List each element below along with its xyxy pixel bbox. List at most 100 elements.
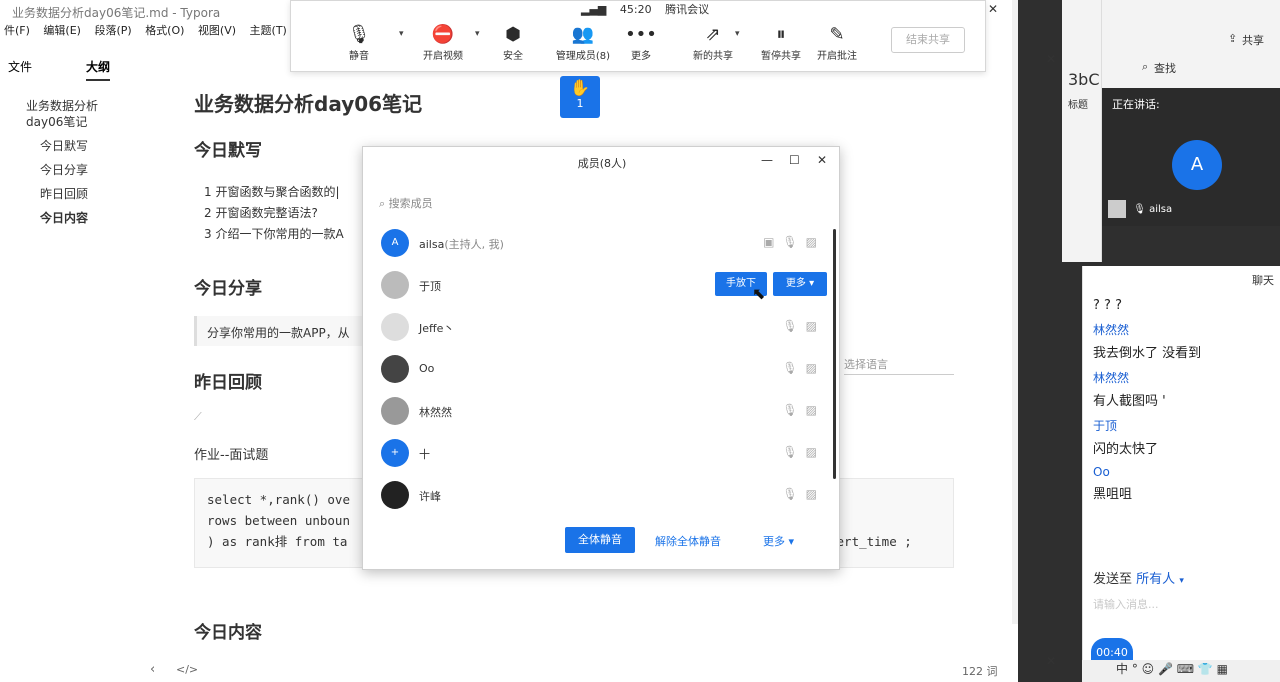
chevron-down-icon[interactable]: ▾ bbox=[399, 29, 404, 39]
chevron-down-icon[interactable]: ▾ bbox=[735, 29, 740, 39]
menu-edit[interactable]: 编辑(E) bbox=[43, 22, 81, 38]
close-icon[interactable]: ✕ bbox=[817, 153, 827, 167]
chat-message: 林然然 有人截图吗 ' bbox=[1093, 369, 1277, 409]
ime-toolbar: 中 ° ☺ 🎤 ⌨ 👕 ▦ bbox=[1082, 660, 1280, 682]
member-row[interactable]: + 十 🎙 ▨ bbox=[381, 439, 831, 481]
outline-item-review[interactable]: 昨日回顾 bbox=[40, 186, 156, 202]
message-sender: 林然然 bbox=[1093, 371, 1130, 385]
speaker-name-row: 🎙 ailsa bbox=[1108, 200, 1172, 218]
search-input[interactable]: 搜索成员 bbox=[389, 197, 433, 210]
mute-all-button[interactable]: 全体静音 bbox=[565, 527, 635, 553]
raised-hand-badge[interactable]: ✋ 1 bbox=[560, 76, 600, 118]
homework-paragraph: 作业--面试题 bbox=[194, 448, 269, 463]
avatar bbox=[381, 397, 409, 425]
send-to-select[interactable]: 所有人 bbox=[1136, 572, 1175, 587]
meeting-status: ▂▄▆ 45:20 腾讯会议 bbox=[581, 1, 709, 17]
member-name: 十 bbox=[419, 448, 430, 461]
outline-item-content[interactable]: 今日内容 bbox=[40, 210, 156, 226]
message-sender: 于顶 bbox=[1093, 419, 1118, 433]
close-icon[interactable]: ✕ bbox=[1046, 52, 1056, 66]
video-off-icon: ▨ bbox=[805, 445, 817, 459]
video-off-icon: ▨ bbox=[805, 235, 817, 249]
avatar: A bbox=[381, 229, 409, 257]
menu-format[interactable]: 格式(O) bbox=[145, 22, 184, 38]
hand-count: 1 bbox=[576, 97, 584, 110]
heading-dictation: 今日默写 bbox=[194, 141, 262, 161]
share-quote: 分享你常用的一款APP，从 bbox=[194, 316, 364, 346]
security-button[interactable]: ⬢ 安全 bbox=[477, 23, 549, 62]
mute-button[interactable]: 🎙 静音 bbox=[323, 23, 395, 62]
member-status-icons: 🎙 ▨ bbox=[774, 445, 817, 459]
word-count[interactable]: 122 词 bbox=[962, 663, 998, 679]
mic-off-icon: 🎙 bbox=[782, 445, 798, 459]
word-ribbon: ⇪ 共享 ⌕ 查找 bbox=[1102, 0, 1280, 88]
list-item: 3 介绍一下你常用的一款A bbox=[204, 227, 344, 241]
dictation-list: 1 开窗函数与聚合函数的| 2 开窗函数完整语法? 3 介绍一下你常用的一款A bbox=[204, 182, 344, 245]
avatar bbox=[381, 271, 409, 299]
list-item: 2 开窗函数完整语法? bbox=[204, 206, 318, 220]
member-search[interactable]: ⌕ 搜索成员 bbox=[379, 195, 433, 211]
message-text: 黑咀咀 bbox=[1093, 487, 1133, 502]
member-more-button[interactable]: 更多 ▾ bbox=[773, 272, 827, 296]
close-icon[interactable]: ✕ bbox=[988, 2, 998, 16]
word-share-button[interactable]: 共享 bbox=[1242, 32, 1264, 48]
minimize-icon[interactable]: — bbox=[761, 153, 773, 167]
speaker-label: 正在讲话: bbox=[1112, 98, 1160, 111]
annotation-button[interactable]: ✎ 开启批注 bbox=[801, 23, 873, 62]
mic-off-icon: 🎙 bbox=[782, 487, 798, 501]
send-to-label: 发送至 bbox=[1093, 572, 1133, 587]
send-to-row: 发送至 所有人 ▾ bbox=[1093, 568, 1184, 587]
chat-message: Oo 黑咀咀 bbox=[1093, 465, 1277, 502]
annotate-icon: ✎ bbox=[829, 24, 845, 45]
outline-item-share[interactable]: 今日分享 bbox=[40, 162, 156, 178]
members-dialog: 成员(8人) — ☐ ✕ ⌕ 搜索成员 A ailsa(主持人, 我) ▣ 🎙 ▨ … bbox=[362, 146, 840, 570]
chat-input[interactable]: 请输入消息... bbox=[1093, 596, 1159, 612]
members-footer: 全体静音 解除全体静音 更多 ▾ bbox=[363, 527, 841, 557]
search-icon: ⌕ bbox=[379, 197, 386, 210]
ime-icons[interactable]: 中 ° ☺ 🎤 ⌨ 👕 ▦ bbox=[1116, 662, 1228, 676]
member-name: ailsa bbox=[419, 238, 445, 251]
member-row[interactable]: A ailsa(主持人, 我) ▣ 🎙 ▨ bbox=[381, 229, 831, 271]
share-icon[interactable]: ⇪ bbox=[1228, 32, 1237, 45]
member-list: A ailsa(主持人, 我) ▣ 🎙 ▨ 于顶 手放下 更多 ▾ Jeffe丶 🎙… bbox=[381, 229, 831, 523]
unmute-all-button[interactable]: 解除全体静音 bbox=[655, 533, 721, 549]
chevron-left-icon[interactable]: ‹ bbox=[150, 662, 155, 677]
menu-file[interactable]: 件(F) bbox=[4, 22, 30, 38]
footer-more-button[interactable]: 更多 ▾ bbox=[763, 533, 794, 549]
end-share-button[interactable]: 结束共享 bbox=[891, 27, 965, 53]
member-role: (主持人, 我) bbox=[444, 238, 504, 251]
member-row[interactable]: 林然然 🎙 ▨ bbox=[381, 397, 831, 439]
signal-icon: ▂▄▆ bbox=[581, 3, 607, 16]
close-icon[interactable]: ✕ bbox=[1046, 654, 1056, 668]
maximize-icon[interactable]: ☐ bbox=[789, 153, 800, 167]
find-icon[interactable]: ⌕ bbox=[1142, 60, 1148, 74]
mic-icon: 🎙 bbox=[347, 24, 371, 45]
start-video-button[interactable]: ⛔ 开启视频 bbox=[407, 23, 479, 62]
more-button[interactable]: ••• 更多 bbox=[605, 23, 677, 62]
outline-item-title[interactable]: 业务数据分析day06笔记 bbox=[26, 98, 116, 130]
member-row[interactable]: Jeffe丶 🎙 ▨ bbox=[381, 313, 831, 355]
member-status-icons: 🎙 ▨ bbox=[774, 319, 817, 333]
code-language-select[interactable]: 选择语言 bbox=[844, 356, 954, 375]
member-name: 许峰 bbox=[419, 490, 441, 503]
tab-outline[interactable]: 大纲 bbox=[86, 58, 111, 81]
member-row[interactable]: Oo 🎙 ▨ bbox=[381, 355, 831, 397]
meeting-app-name: 腾讯会议 bbox=[665, 3, 710, 16]
member-list-scrollbar[interactable] bbox=[833, 229, 836, 479]
video-off-icon: ▨ bbox=[805, 319, 817, 333]
heading-content: 今日内容 bbox=[194, 623, 262, 643]
outline-item-dictation[interactable]: 今日默写 bbox=[40, 138, 156, 154]
member-status-icons: 🎙 ▨ bbox=[774, 487, 817, 501]
source-code-icon[interactable]: </> bbox=[176, 663, 198, 676]
message-sender: 林然然 bbox=[1093, 323, 1130, 337]
chat-panel: 聊天 ? ? ? 林然然 我去倒水了 没看到 林然然 有人截图吗 ' 于顶 闪的… bbox=[1082, 266, 1280, 666]
mic-off-icon: 🎙 bbox=[782, 319, 798, 333]
menu-paragraph[interactable]: 段落(P) bbox=[94, 22, 131, 38]
tab-files[interactable]: 文件 bbox=[8, 58, 32, 75]
chevron-down-icon[interactable]: ▾ bbox=[1179, 576, 1184, 586]
word-find-button[interactable]: 查找 bbox=[1154, 60, 1176, 76]
style-sample[interactable]: 3bC bbox=[1068, 70, 1100, 89]
heading-share: 今日分享 bbox=[194, 279, 262, 299]
member-row[interactable]: 许峰 🎙 ▨ bbox=[381, 481, 831, 523]
video-off-icon: ⛔ bbox=[431, 24, 455, 45]
